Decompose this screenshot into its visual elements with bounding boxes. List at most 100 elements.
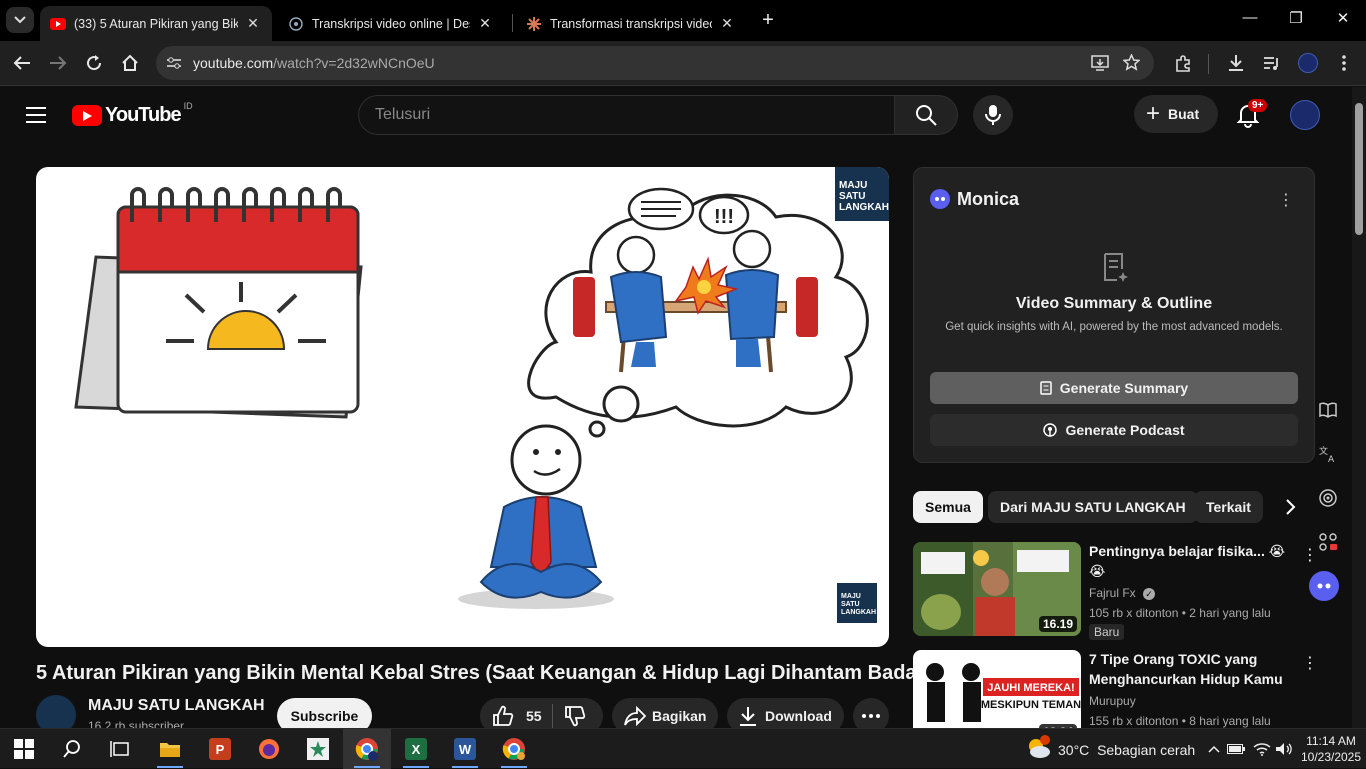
recommendation-channel[interactable]: Fajrul Fx ✓ bbox=[1089, 586, 1156, 600]
recommendation-thumbnail[interactable]: 16.19 bbox=[913, 542, 1081, 636]
atom-favicon-icon bbox=[288, 16, 304, 32]
rail-reader-button[interactable] bbox=[1313, 395, 1343, 425]
apps-grid-icon bbox=[1319, 533, 1337, 551]
generate-podcast-button[interactable]: Generate Podcast bbox=[930, 414, 1298, 446]
create-button[interactable]: + Buat bbox=[1134, 95, 1218, 133]
search-button[interactable] bbox=[894, 95, 958, 135]
playlist-music-icon bbox=[1264, 57, 1278, 70]
plus-icon: + bbox=[1146, 100, 1161, 127]
home-icon bbox=[122, 54, 138, 71]
address-bar[interactable]: youtube.com/watch?v=2d32wNCnOeU bbox=[156, 46, 1154, 80]
recommendation-title[interactable]: 7 Tipe Orang TOXIC yang Menghancurkan Hi… bbox=[1089, 649, 1289, 689]
task-view-button[interactable] bbox=[106, 735, 134, 763]
monica-heading: Video Summary & Outline bbox=[1015, 295, 1213, 312]
tab-transkripsi[interactable]: Transkripsi video online | Desgnr ✕ bbox=[278, 6, 504, 41]
url-path: /watch?v=2d32wNCnOeU bbox=[273, 55, 435, 71]
weather-widget-button[interactable] bbox=[1024, 734, 1052, 762]
thumbnail-caption-1: JAUHI MEREKA! bbox=[987, 682, 1074, 694]
monica-logo-icon bbox=[930, 189, 950, 209]
minimize-button[interactable]: — bbox=[1240, 9, 1260, 26]
speaker-icon bbox=[1276, 743, 1292, 755]
recommendation-meta: 155 rb x ditonton • 8 hari yang lalu bbox=[1089, 714, 1271, 728]
arrow-right-icon bbox=[50, 56, 67, 70]
new-tab-button[interactable]: + bbox=[758, 9, 778, 32]
media-control-button[interactable] bbox=[1261, 52, 1283, 74]
monica-launcher-button[interactable] bbox=[1309, 571, 1339, 601]
thought-exclamation-text: !!! bbox=[714, 206, 734, 228]
voice-search-button[interactable] bbox=[973, 95, 1013, 135]
start-button[interactable] bbox=[10, 735, 38, 763]
pinned-app-button[interactable] bbox=[304, 735, 332, 763]
generate-summary-button[interactable]: Generate Summary bbox=[930, 372, 1298, 404]
rail-translate-button[interactable]: 文A bbox=[1313, 439, 1343, 469]
account-avatar[interactable] bbox=[1290, 100, 1320, 130]
more-horizontal-icon bbox=[862, 714, 880, 718]
firefox-button[interactable] bbox=[255, 735, 283, 763]
chrome-icon bbox=[355, 738, 378, 761]
tab-transformasi[interactable]: Transformasi transkripsi video YT ✕ bbox=[516, 6, 746, 41]
clock[interactable]: 11:14 AM 10/23/2025 bbox=[1300, 733, 1362, 765]
powerpoint-button[interactable]: P bbox=[206, 735, 234, 763]
claude-favicon-icon bbox=[526, 16, 542, 32]
recommendation-channel[interactable]: Murupuy bbox=[1089, 694, 1136, 708]
word-button[interactable]: W bbox=[451, 735, 479, 763]
menu-icon[interactable] bbox=[24, 105, 48, 125]
share-arrow-icon bbox=[624, 706, 646, 726]
install-app-icon[interactable] bbox=[1091, 55, 1109, 71]
back-button[interactable] bbox=[11, 52, 33, 74]
battery-status[interactable] bbox=[1222, 735, 1250, 763]
chrome-profile-button[interactable] bbox=[500, 735, 528, 763]
downloads-button[interactable] bbox=[1225, 52, 1247, 74]
bookmark-star-icon[interactable] bbox=[1123, 54, 1140, 71]
youtube-favicon-icon bbox=[50, 16, 66, 32]
monica-more-icon[interactable]: ⋮ bbox=[1278, 190, 1294, 210]
notification-badge: 9+ bbox=[1248, 99, 1268, 112]
url-text[interactable]: youtube.com/watch?v=2d32wNCnOeU bbox=[193, 55, 435, 71]
channel-name[interactable]: MAJU SATU LANGKAH bbox=[88, 697, 265, 715]
toolbar-divider bbox=[1208, 54, 1209, 74]
reload-button[interactable] bbox=[83, 52, 105, 74]
dislike-button[interactable] bbox=[564, 705, 586, 727]
chevron-right-icon[interactable] bbox=[1280, 497, 1300, 517]
rail-podcast-button[interactable] bbox=[1313, 483, 1343, 513]
youtube-logo[interactable]: YouTube ID bbox=[72, 101, 193, 127]
folder-icon bbox=[160, 743, 180, 757]
chip-semua[interactable]: Semua bbox=[913, 491, 983, 523]
search-input[interactable]: Telusuri bbox=[358, 95, 895, 135]
close-window-button[interactable]: ✕ bbox=[1333, 9, 1353, 27]
chrome-button[interactable] bbox=[353, 735, 381, 763]
taskbar-search-button[interactable] bbox=[58, 735, 86, 763]
tab-search-button[interactable] bbox=[6, 7, 34, 33]
profile-button[interactable] bbox=[1297, 52, 1319, 74]
tab-youtube[interactable]: (33) 5 Aturan Pikiran yang Bikin Mental … bbox=[40, 6, 272, 41]
sitting-person-illustration bbox=[458, 424, 614, 609]
volume-status[interactable] bbox=[1270, 735, 1298, 763]
close-tab-icon[interactable]: ✕ bbox=[718, 15, 736, 32]
site-info-icon[interactable] bbox=[166, 56, 182, 70]
scrollbar-thumb[interactable] bbox=[1355, 103, 1363, 235]
file-explorer-button[interactable] bbox=[156, 735, 184, 763]
restore-button[interactable]: ❐ bbox=[1286, 9, 1306, 27]
chip-terkait[interactable]: Terkait bbox=[1194, 491, 1263, 523]
document-sparkle-icon bbox=[1104, 253, 1128, 282]
monica-title: Monica bbox=[957, 189, 1020, 209]
excel-button[interactable]: X bbox=[402, 735, 430, 763]
close-tab-icon[interactable]: ✕ bbox=[244, 15, 262, 32]
forward-button[interactable] bbox=[47, 52, 69, 74]
youtube-play-icon bbox=[72, 105, 102, 126]
weather-text[interactable]: 30°C Sebagian cerah bbox=[1058, 742, 1195, 758]
chip-dari-channel[interactable]: Dari MAJU SATU LANGKAH bbox=[988, 491, 1198, 523]
home-button[interactable] bbox=[119, 52, 141, 74]
recommendation-title[interactable]: Pentingnya belajar fisika... 😭😭 bbox=[1089, 541, 1289, 581]
extensions-button[interactable] bbox=[1172, 52, 1194, 74]
recommendation-more-icon[interactable]: ⋮ bbox=[1302, 653, 1318, 673]
like-button[interactable] bbox=[492, 705, 514, 727]
star-app-icon bbox=[307, 738, 329, 760]
video-player[interactable]: !!! MAJU SATU LANGKAH MAJU SATU LANGKAH bbox=[36, 167, 889, 647]
tab-title: (33) 5 Aturan Pikiran yang Bikin Mental bbox=[74, 16, 238, 31]
chrome-menu-button[interactable] bbox=[1333, 52, 1355, 74]
rail-apps-button[interactable] bbox=[1313, 527, 1343, 557]
recommendation-more-icon[interactable]: ⋮ bbox=[1302, 545, 1318, 565]
download-icon bbox=[1229, 55, 1243, 71]
close-tab-icon[interactable]: ✕ bbox=[476, 15, 494, 32]
